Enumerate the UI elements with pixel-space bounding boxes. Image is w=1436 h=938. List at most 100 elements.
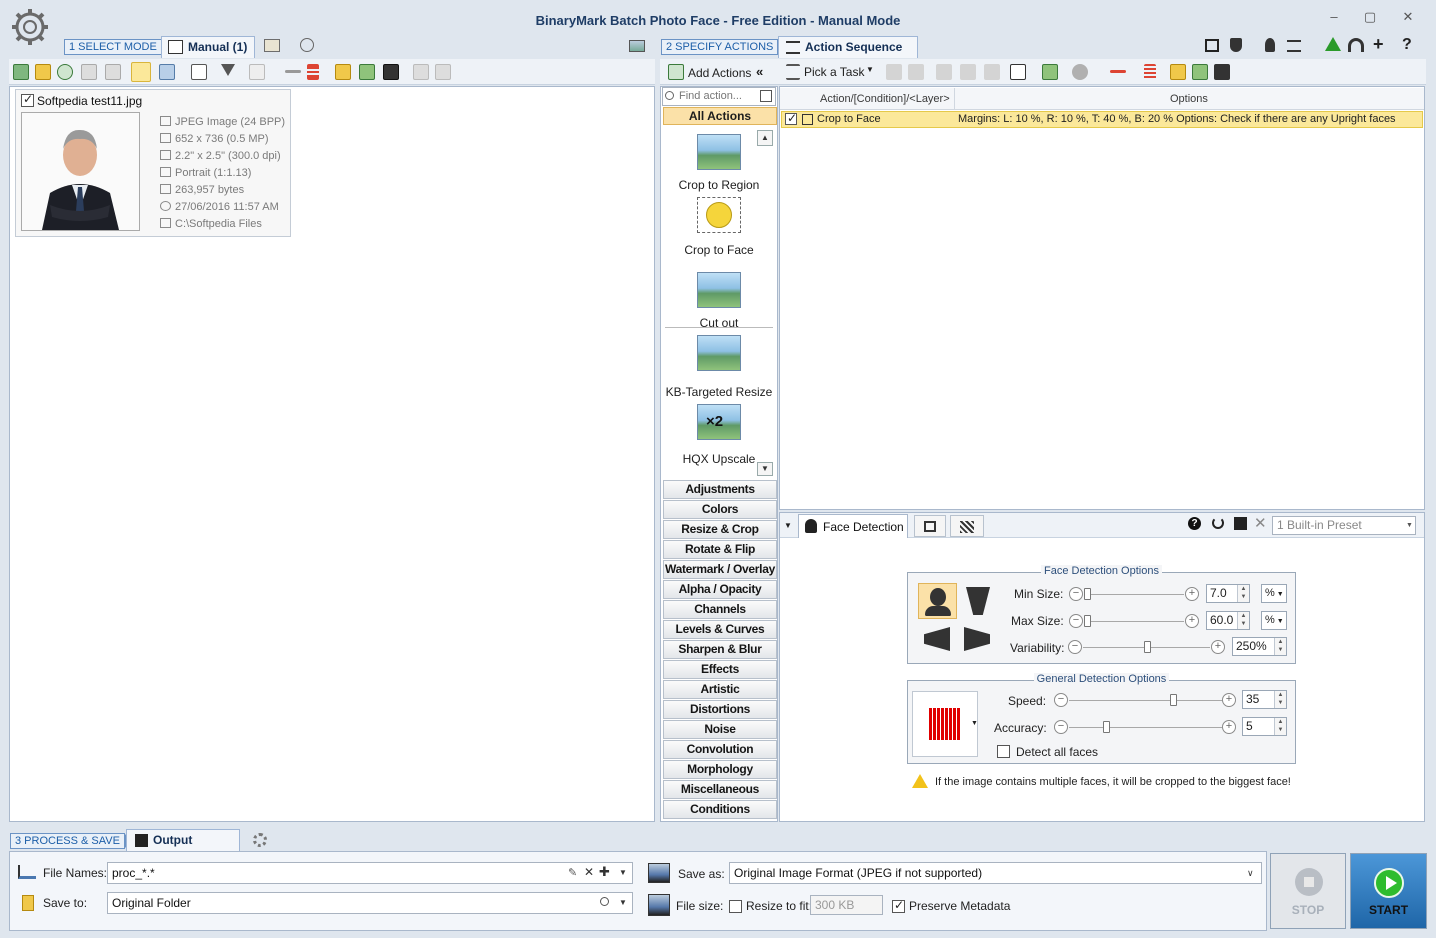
category-conditions[interactable]: Conditions [663, 800, 777, 819]
max-size-spinner[interactable]: ▲ ▼ [1237, 612, 1249, 629]
insert-tag-icon[interactable]: ✚ [599, 864, 610, 880]
max-size-unit-select[interactable]: % ▼ [1261, 611, 1287, 630]
speed-decrease[interactable]: − [1054, 693, 1068, 707]
view-mode-icon[interactable] [159, 64, 175, 80]
min-size-slider[interactable] [1084, 588, 1091, 600]
remove-icon[interactable] [285, 70, 301, 73]
variability-input[interactable]: 250% ▲ ▼ [1232, 637, 1287, 656]
tab-action-sequence[interactable]: Action Sequence (1) [778, 36, 918, 74]
accuracy-spinner[interactable]: ▲ ▼ [1274, 718, 1286, 735]
move-up-icon[interactable] [886, 64, 902, 80]
sequence-row[interactable]: Crop to Face Margins: L: 10 %, R: 10 %, … [781, 111, 1423, 128]
save-to-dropdown-icon[interactable]: ▼ [619, 898, 627, 907]
open-sequence-icon[interactable] [1170, 64, 1186, 80]
file-names-input[interactable]: proc_*.* [107, 862, 633, 884]
save-as-dropdown-icon[interactable]: ∨ [1247, 868, 1254, 879]
accuracy-slider[interactable] [1103, 721, 1110, 733]
action-crop-to-region[interactable]: Crop to Region [663, 130, 775, 193]
output-settings-gear-icon[interactable] [253, 833, 267, 847]
category-watermark-overlay[interactable]: Watermark / Overlay [663, 560, 777, 579]
options-dropdown-icon[interactable]: ▼ [784, 521, 792, 530]
start-button[interactable]: START [1350, 853, 1427, 929]
export-icon[interactable] [413, 64, 429, 80]
max-size-input[interactable]: 60.0 ▲ ▼ [1206, 611, 1250, 630]
console-icon[interactable] [1205, 39, 1219, 52]
clipboard-icon[interactable] [105, 64, 121, 80]
face-frontal-option[interactable] [918, 583, 957, 619]
column-options[interactable]: Options [1170, 93, 1208, 105]
add-search-icon[interactable] [57, 64, 73, 80]
image-view-icon[interactable] [629, 40, 645, 52]
move-left-icon[interactable] [936, 64, 952, 80]
pick-task-dropdown-icon[interactable]: ▼ [866, 65, 874, 74]
category-levels-curves[interactable]: Levels & Curves [663, 620, 777, 639]
collapse-actions-button[interactable]: « [756, 64, 763, 79]
minimize-button[interactable]: – [1326, 10, 1342, 24]
upload-icon[interactable] [1325, 37, 1341, 51]
help-icon[interactable]: ? [1402, 36, 1412, 54]
layers-icon[interactable] [1072, 64, 1088, 80]
checklist-icon[interactable] [1287, 40, 1301, 52]
stop-button[interactable]: STOP [1270, 853, 1346, 929]
file-card[interactable]: Softpedia test11.jpg JPEG Image (24 BPP)… [15, 89, 291, 237]
close-button[interactable]: ✕ [1400, 10, 1416, 24]
tab-advanced[interactable] [950, 515, 984, 537]
wifi-icon[interactable] [1348, 38, 1364, 52]
save-list-icon[interactable] [383, 64, 399, 80]
min-size-spinner[interactable]: ▲ ▼ [1237, 585, 1249, 602]
grid-select-icon[interactable] [1010, 64, 1026, 80]
speed-spinner[interactable]: ▲ ▼ [1274, 691, 1286, 708]
detection-grid-picker[interactable]: ▼ [912, 691, 978, 757]
add-actions-button[interactable]: Add Actions [688, 66, 751, 80]
category-noise[interactable]: Noise [663, 720, 777, 739]
category-sharpen-blur[interactable]: Sharpen & Blur [663, 640, 777, 659]
find-action-input[interactable]: Find action... [662, 87, 776, 106]
grid-dropdown-icon[interactable]: ▼ [971, 720, 978, 727]
preset-select[interactable]: 1 Built-in Preset [1272, 516, 1416, 535]
category-resize-crop[interactable]: Resize & Crop [663, 520, 777, 539]
max-size-increase[interactable]: + [1185, 614, 1199, 628]
add-icon[interactable]: + [1373, 34, 1384, 55]
tab-margins[interactable] [914, 515, 946, 537]
category-morphology[interactable]: Morphology [663, 760, 777, 779]
action-hqx-upscale[interactable]: ×2 HQX Upscale [663, 400, 775, 466]
alarm-clock-icon[interactable] [300, 38, 314, 52]
variability-decrease[interactable]: − [1068, 640, 1082, 654]
variability-slider[interactable] [1144, 641, 1151, 653]
row-checkbox[interactable] [785, 112, 797, 125]
preset-dropdown-icon[interactable]: ▼ [1406, 522, 1413, 529]
lightbulb-icon[interactable] [1265, 38, 1275, 52]
save-to-input[interactable]: Original Folder [107, 892, 633, 914]
delete-preset-icon[interactable]: ✕ [1254, 514, 1267, 532]
max-size-decrease[interactable]: − [1069, 614, 1083, 628]
preserve-metadata-checkbox[interactable] [892, 898, 905, 913]
browse-search-icon[interactable] [600, 897, 609, 906]
accuracy-decrease[interactable]: − [1054, 720, 1068, 734]
min-size-decrease[interactable]: − [1069, 587, 1083, 601]
advanced-search-icon[interactable] [760, 90, 772, 102]
speed-increase[interactable]: + [1222, 693, 1236, 707]
folder-watch-icon[interactable] [264, 39, 280, 52]
file-names-dropdown-icon[interactable]: ▼ [619, 868, 627, 877]
delete-action-icon[interactable] [1110, 70, 1126, 73]
add-files-icon[interactable] [13, 64, 29, 80]
open-folder-icon[interactable] [335, 64, 351, 80]
export-all-icon[interactable] [435, 64, 451, 80]
tab-face-detection[interactable]: Face Detection [798, 514, 908, 538]
accuracy-input[interactable]: 5 ▲ ▼ [1242, 717, 1287, 736]
category-distortions[interactable]: Distortions [663, 700, 777, 719]
min-size-input[interactable]: 7.0 ▲ ▼ [1206, 584, 1250, 603]
reset-icon[interactable] [1212, 517, 1224, 529]
save-as-select[interactable]: Original Image Format (JPEG if not suppo… [729, 862, 1262, 884]
face-right-profile-icon[interactable] [964, 627, 990, 651]
face-left-profile-icon[interactable] [924, 627, 950, 651]
shield-icon[interactable] [1230, 38, 1242, 52]
add-condition-icon[interactable] [1042, 64, 1058, 80]
edit-pencil-icon[interactable]: ✎ [568, 866, 577, 879]
sort-icon[interactable] [249, 64, 265, 80]
action-kb-targeted-resize[interactable]: KB-Targeted Resize [663, 333, 775, 399]
remove-all-icon[interactable] [307, 64, 319, 80]
action-cut-out[interactable]: Cut out [663, 264, 775, 330]
all-actions-header[interactable]: All Actions [663, 107, 777, 125]
category-channels[interactable]: Channels [663, 600, 777, 619]
